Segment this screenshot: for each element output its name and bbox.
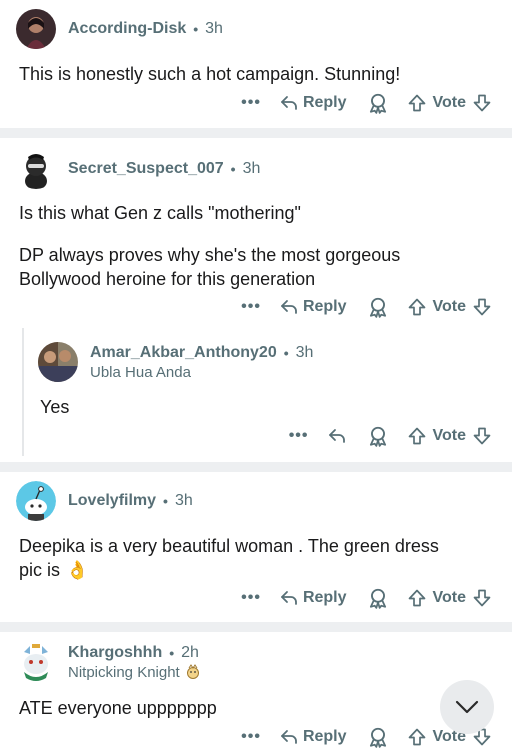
- reply-button[interactable]: Reply: [279, 297, 347, 317]
- award-icon: [367, 296, 389, 318]
- comment-body: ATE everyone uppppppp: [19, 696, 217, 720]
- vote-label: Vote: [432, 589, 466, 606]
- reply-label: Reply: [302, 589, 347, 606]
- reply-button[interactable]: Reply: [279, 93, 347, 113]
- reply-arrow-icon: [279, 588, 299, 608]
- comment-3-reply: Amar_Akbar_Anthony20 • 3h Ubla Hua Anda …: [0, 330, 512, 460]
- username[interactable]: Lovelyfilmy: [68, 492, 156, 510]
- more-options-button[interactable]: •••: [289, 427, 309, 445]
- reply-label: Reply: [302, 94, 347, 111]
- user-flair: Ubla Hua Anda: [90, 363, 191, 381]
- downvote-arrow-icon[interactable]: [472, 297, 492, 317]
- flair-emblem-icon: [186, 664, 199, 679]
- more-options-button[interactable]: •••: [241, 589, 261, 607]
- reply-button[interactable]: Reply: [279, 588, 347, 608]
- divider: [0, 128, 512, 138]
- user-flair: Nitpicking Knight: [68, 664, 201, 681]
- comment-text: This is honestly such a hot campaign. St…: [19, 64, 401, 84]
- timestamp: 3h: [242, 160, 261, 177]
- comment-5: Khargoshhh • 2h Nitpicking Knight ATE ev…: [0, 632, 512, 754]
- downvote-arrow-icon[interactable]: [472, 93, 492, 113]
- username[interactable]: Secret_Suspect_007: [68, 160, 224, 178]
- vote-control: Vote: [407, 297, 492, 317]
- comment-body: Is this what Gen z calls "mothering" DP …: [19, 201, 400, 291]
- comment-text: Yes: [40, 397, 70, 417]
- award-icon: [367, 92, 389, 114]
- avatar[interactable]: [16, 9, 56, 49]
- avatar[interactable]: [16, 481, 56, 521]
- vote-control: Vote: [407, 426, 492, 446]
- username[interactable]: Khargoshhh: [68, 644, 162, 662]
- upvote-arrow-icon[interactable]: [407, 727, 427, 747]
- timestamp: 3h: [205, 20, 223, 37]
- ok-hand-emoji-icon: 👌: [66, 560, 89, 580]
- reply-label: Reply: [302, 728, 347, 745]
- divider: [0, 462, 512, 472]
- vote-control: Vote: [407, 588, 492, 608]
- award-button[interactable]: [367, 296, 389, 318]
- vote-control: Vote: [407, 93, 492, 113]
- more-options-button[interactable]: •••: [241, 298, 261, 316]
- separator-dot: •: [163, 493, 168, 509]
- more-options-button[interactable]: •••: [241, 94, 261, 112]
- reply-arrow-icon: [279, 93, 299, 113]
- reply-arrow-icon: [327, 426, 347, 446]
- username[interactable]: According-Disk: [68, 20, 186, 38]
- comment-text: Deepika is a very beautiful woman . The …: [19, 536, 439, 556]
- comment-4: Lovelyfilmy • 3h Deepika is a very beaut…: [0, 472, 512, 622]
- upvote-arrow-icon[interactable]: [407, 426, 427, 446]
- reply-arrow-icon: [279, 727, 299, 747]
- avatar[interactable]: [16, 149, 56, 189]
- divider: [0, 622, 512, 632]
- reply-button[interactable]: [327, 426, 347, 446]
- more-options-button[interactable]: •••: [241, 728, 261, 746]
- separator-dot: •: [169, 644, 175, 661]
- reply-label: Reply: [302, 298, 347, 315]
- award-icon: [367, 587, 389, 609]
- downvote-arrow-icon[interactable]: [472, 588, 492, 608]
- upvote-arrow-icon[interactable]: [407, 297, 427, 317]
- upvote-arrow-icon[interactable]: [407, 588, 427, 608]
- timestamp: 3h: [174, 492, 193, 509]
- comment-body: This is honestly such a hot campaign. St…: [19, 62, 400, 86]
- separator-dot: •: [193, 21, 199, 37]
- timestamp: 3h: [295, 343, 314, 361]
- flair-text: Nitpicking Knight: [68, 663, 180, 681]
- comment-1: According-Disk • 3h This is honestly suc…: [0, 0, 512, 128]
- avatar[interactable]: [38, 342, 78, 382]
- reply-arrow-icon: [279, 297, 299, 317]
- separator-dot: •: [230, 161, 236, 177]
- upvote-arrow-icon[interactable]: [407, 93, 427, 113]
- vote-label: Vote: [432, 298, 466, 315]
- separator-dot: •: [283, 344, 289, 361]
- award-button[interactable]: [367, 587, 389, 609]
- timestamp: 2h: [181, 643, 199, 661]
- comment-text: Is this what Gen z calls "mothering": [19, 203, 301, 223]
- comment-body: Yes: [40, 395, 69, 419]
- reply-button[interactable]: Reply: [279, 727, 347, 747]
- username[interactable]: Amar_Akbar_Anthony20: [90, 344, 277, 362]
- award-icon: [367, 726, 389, 748]
- downvote-arrow-icon[interactable]: [472, 426, 492, 446]
- comment-text: pic is: [19, 560, 61, 580]
- award-button[interactable]: [367, 726, 389, 748]
- award-icon: [367, 425, 389, 447]
- comment-text: ATE everyone uppppppp: [19, 698, 217, 718]
- scroll-down-button[interactable]: [440, 680, 494, 734]
- vote-label: Vote: [432, 94, 466, 111]
- comment-2: Secret_Suspect_007 • 3h Is this what Gen…: [0, 138, 512, 328]
- comment-body: Deepika is a very beautiful woman . The …: [19, 534, 439, 582]
- avatar[interactable]: [16, 642, 56, 682]
- award-button[interactable]: [367, 425, 389, 447]
- vote-label: Vote: [432, 427, 466, 444]
- comment-text: DP always proves why she's the most gorg…: [19, 245, 401, 265]
- comment-text: Bollywood heroine for this generation: [19, 269, 316, 289]
- chevron-down-icon: [455, 700, 479, 714]
- award-button[interactable]: [367, 92, 389, 114]
